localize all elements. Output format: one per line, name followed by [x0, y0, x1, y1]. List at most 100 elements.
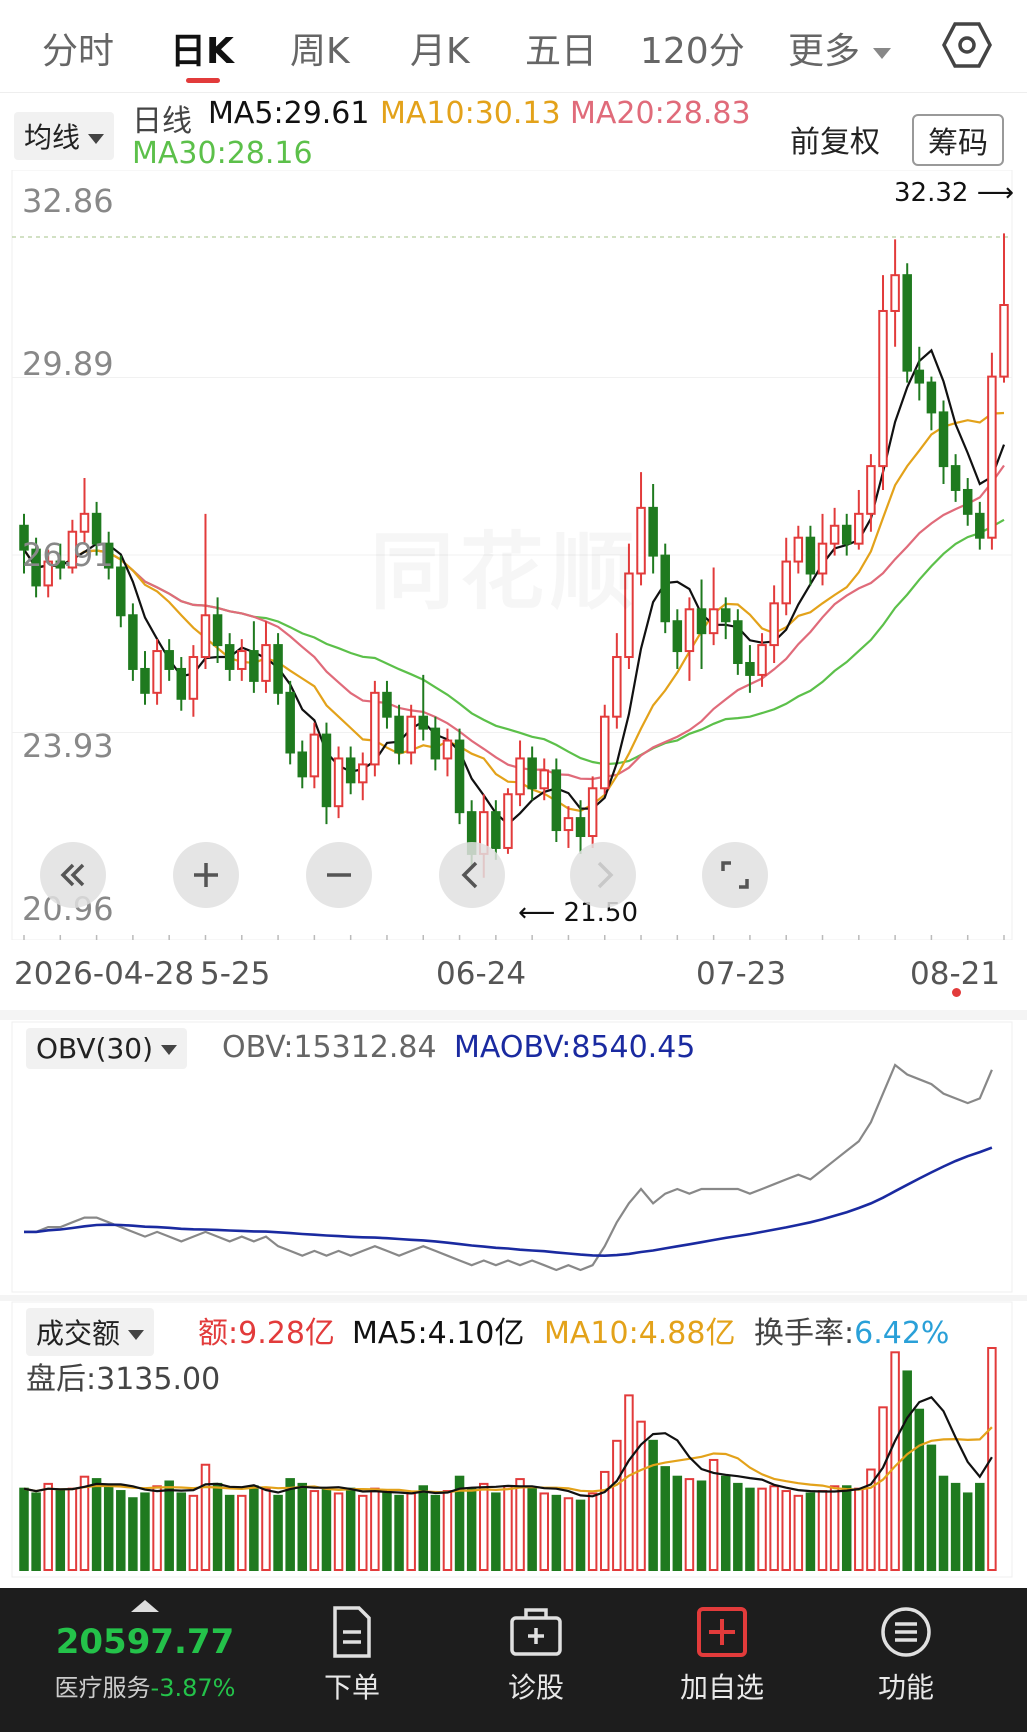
next-icon: [597, 861, 614, 889]
maobv-line: [24, 1146, 993, 1258]
tab-five-day[interactable]: 五日: [525, 22, 597, 74]
volume-bar-down: [660, 1466, 670, 1571]
triangle-up-icon: [131, 1600, 159, 1612]
volume-bar-up: [333, 1492, 344, 1571]
tab-120min[interactable]: 120分: [640, 22, 745, 74]
volume-bar-up: [79, 1475, 90, 1572]
zoom-out-button[interactable]: [306, 842, 372, 908]
y-tick-label: 32.86: [22, 182, 114, 220]
volume-bar-up: [406, 1492, 416, 1571]
candle-up: [769, 602, 779, 647]
volume-bar-down: [491, 1492, 501, 1571]
add-favorite-button[interactable]: 加自选: [662, 1604, 782, 1706]
adjust-mode-label[interactable]: 前复权: [790, 117, 880, 161]
volume-bar-up: [479, 1482, 489, 1571]
index-quote[interactable]: 20597.77 医疗服务-3.87%: [40, 1600, 250, 1703]
candle-up: [563, 817, 574, 832]
diagnose-button[interactable]: 诊股: [476, 1604, 596, 1706]
candle-down: [224, 644, 235, 670]
volume-bar-down: [466, 1487, 477, 1571]
volume-bar-down: [430, 1494, 441, 1571]
tab-intraday[interactable]: 分时: [42, 22, 114, 74]
fullscreen-button[interactable]: [702, 842, 768, 908]
volume-bar-down: [128, 1497, 138, 1571]
candle-up: [854, 512, 864, 545]
candle-up: [612, 656, 622, 718]
volume-bar-down: [345, 1487, 356, 1571]
candle-up: [200, 614, 211, 659]
candle-up: [188, 656, 199, 700]
candle-down: [745, 661, 755, 676]
next-button[interactable]: [570, 842, 636, 908]
date-tick-label: 08-21: [910, 956, 1001, 992]
order-button[interactable]: 下单: [292, 1604, 412, 1706]
candle-down: [914, 369, 925, 384]
add-favorite-icon: [697, 1607, 747, 1657]
candle-up: [503, 793, 513, 849]
volume-bar-down: [938, 1475, 949, 1572]
previous-button[interactable]: [439, 842, 505, 908]
volume-bar-up: [442, 1490, 453, 1571]
volume-bar-down: [103, 1485, 114, 1571]
volume-bar-up: [781, 1490, 791, 1571]
volume-bar-up: [599, 1470, 610, 1571]
volume-bar-up: [261, 1487, 271, 1571]
tab-divider: [0, 92, 1027, 93]
diagnose-label: 诊股: [507, 1671, 564, 1704]
candle-down: [962, 488, 973, 515]
volume-bar-down: [164, 1480, 174, 1572]
indicator-select[interactable]: 均线: [14, 112, 115, 160]
candle-up: [79, 512, 90, 533]
zoom-in-button[interactable]: [173, 842, 239, 908]
candle-down: [672, 620, 683, 653]
candle-up: [539, 769, 549, 790]
volume-bar-down: [285, 1478, 295, 1572]
volume-bar-down: [394, 1494, 404, 1571]
candle-down: [454, 739, 465, 814]
tab-monthly-k[interactable]: 月K: [410, 22, 470, 74]
candle-down: [491, 811, 501, 849]
candle-down: [273, 644, 283, 694]
candle-up: [599, 715, 610, 790]
candle-down: [696, 608, 707, 635]
candle-down: [285, 691, 295, 754]
candle-up: [333, 757, 344, 808]
volume-bar-up: [829, 1485, 840, 1571]
candle-down: [321, 733, 332, 808]
candle-up: [406, 715, 416, 754]
volume-bar-up: [539, 1492, 549, 1571]
volume-chart[interactable]: [0, 1300, 1027, 1580]
volume-bar-up: [358, 1494, 368, 1571]
candle-up: [515, 757, 525, 796]
candle-up: [817, 542, 828, 575]
dropdown-triangle-icon: [873, 47, 892, 59]
candle-down: [805, 536, 816, 575]
obv-frame: [11, 1021, 1013, 1293]
candle-up: [793, 536, 804, 563]
active-tab-indicator: [186, 78, 220, 83]
settings-hexagon-icon[interactable]: [942, 20, 992, 70]
candle-down: [418, 715, 429, 730]
volume-bar-down: [91, 1478, 102, 1572]
period-tab-bar: 分时 日K 周K 月K 五日 120分 更多: [0, 0, 1027, 92]
obv-chart[interactable]: [0, 1020, 1027, 1295]
tab-weekly-k[interactable]: 周K: [290, 22, 350, 74]
volume-bar-up: [188, 1494, 199, 1571]
tab-daily-k[interactable]: 日K: [170, 22, 234, 74]
y-tick-label: 26.91: [22, 536, 114, 574]
candle-down: [575, 817, 586, 838]
high-price-annotation: 32.32 ⟶: [894, 178, 1014, 208]
volume-bar-down: [926, 1444, 937, 1572]
volume-bar-down: [975, 1482, 985, 1571]
candle-down: [116, 566, 126, 617]
volume-bar-up: [67, 1487, 78, 1571]
date-tick-label: 07-23: [696, 956, 787, 992]
function-menu-button[interactable]: 功能: [846, 1604, 966, 1706]
volume-bar-down: [19, 1487, 29, 1571]
fast-rewind-button[interactable]: [40, 842, 106, 908]
candle-up: [261, 644, 271, 682]
tab-more[interactable]: 更多: [788, 22, 892, 74]
volume-bar-down: [249, 1485, 259, 1571]
candle-down: [902, 274, 912, 372]
chip-distribution-button[interactable]: 筹码: [912, 114, 1004, 166]
